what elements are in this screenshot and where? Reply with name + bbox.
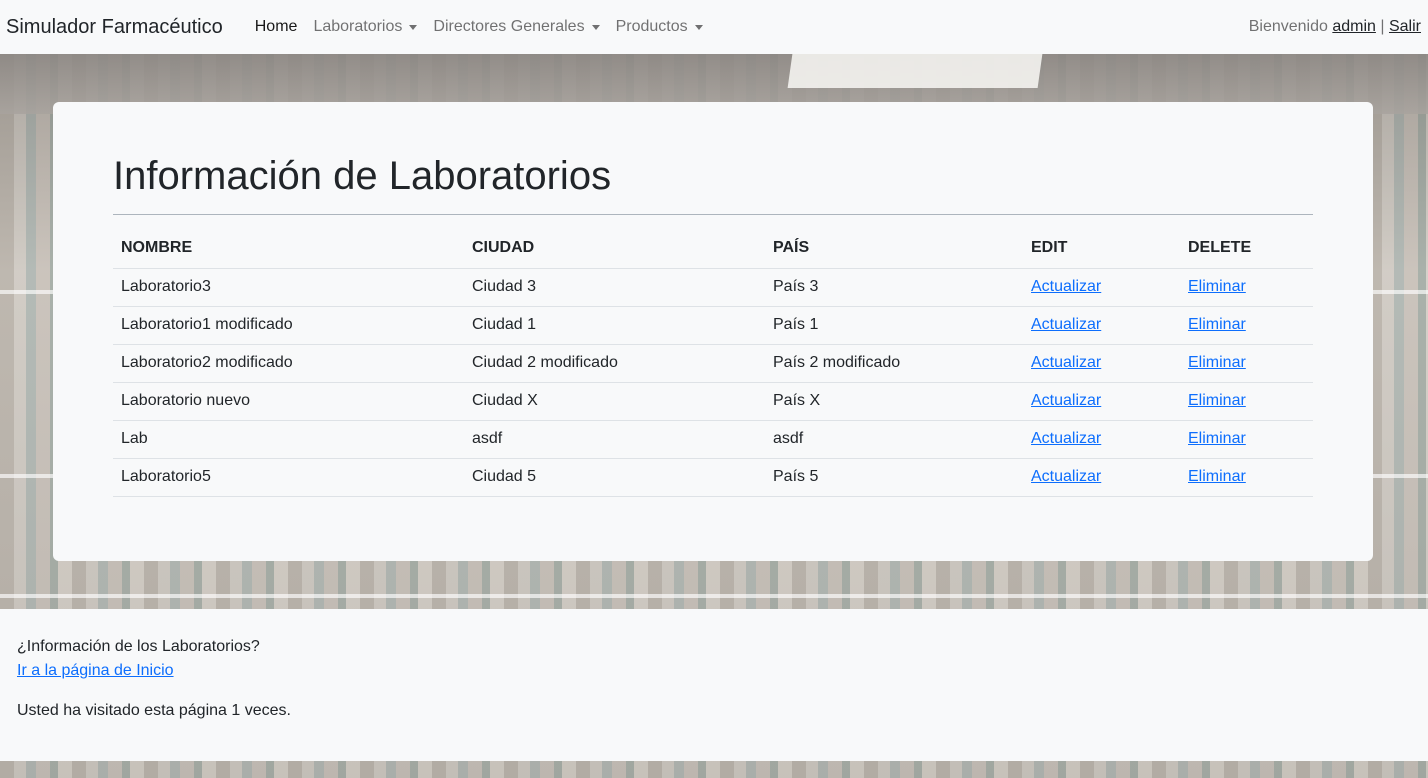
cell-nombre: Laboratorio3 bbox=[113, 268, 464, 307]
actualizar-link[interactable]: Actualizar bbox=[1031, 278, 1101, 295]
cell-ciudad: asdf bbox=[464, 420, 765, 459]
nav-laboratorios-dropdown[interactable]: Laboratorios bbox=[313, 18, 418, 36]
cell-pais: País 3 bbox=[765, 268, 1023, 307]
cell-pais: País 1 bbox=[765, 306, 1023, 345]
cell-pais: País X bbox=[765, 382, 1023, 421]
column-header-pais: PAÍS bbox=[765, 229, 1023, 269]
footer-question: ¿Información de los Laboratorios? bbox=[17, 638, 260, 655]
cell-edit: Actualizar bbox=[1023, 306, 1180, 345]
caret-down-icon bbox=[409, 24, 418, 30]
cell-nombre: Laboratorio1 modificado bbox=[113, 306, 464, 345]
nav-productos-dropdown[interactable]: Productos bbox=[616, 18, 703, 36]
cell-pais: País 2 modificado bbox=[765, 344, 1023, 383]
column-header-ciudad: CIUDAD bbox=[464, 229, 765, 269]
footer-section: ¿Información de los Laboratorios? Ir a l… bbox=[0, 609, 1428, 761]
eliminar-link[interactable]: Eliminar bbox=[1188, 354, 1246, 371]
home-page-link[interactable]: Ir a la página de Inicio bbox=[17, 662, 174, 679]
cell-edit: Actualizar bbox=[1023, 420, 1180, 459]
laboratorios-table: NOMBRE CIUDAD PAÍS EDIT DELETE Laborator… bbox=[113, 229, 1313, 497]
cell-pais: asdf bbox=[765, 420, 1023, 459]
visit-counter: Usted ha visitado esta página 1 veces. bbox=[17, 702, 291, 719]
nav-home[interactable]: Home bbox=[255, 18, 298, 36]
cell-edit: Actualizar bbox=[1023, 382, 1180, 421]
caret-down-icon bbox=[591, 24, 600, 30]
cell-nombre: Laboratorio nuevo bbox=[113, 382, 464, 421]
cell-delete: Eliminar bbox=[1180, 382, 1313, 421]
shelf-line bbox=[0, 594, 1428, 598]
cell-ciudad: Ciudad 5 bbox=[464, 458, 765, 497]
laboratorios-card: Información de Laboratorios NOMBRE CIUDA… bbox=[53, 102, 1373, 561]
eliminar-link[interactable]: Eliminar bbox=[1188, 468, 1246, 485]
page-title: Información de Laboratorios bbox=[113, 152, 1313, 215]
actualizar-link[interactable]: Actualizar bbox=[1031, 468, 1101, 485]
separator: | bbox=[1380, 18, 1385, 35]
table-row: Laboratorio2 modificado Ciudad 2 modific… bbox=[113, 344, 1313, 383]
welcome-text: Bienvenido bbox=[1248, 18, 1328, 35]
brand-link[interactable]: Simulador Farmacéutico bbox=[6, 16, 223, 39]
table-row: Laboratorio1 modificado Ciudad 1 País 1 … bbox=[113, 306, 1313, 345]
nav-directores-label: Directores Generales bbox=[433, 18, 585, 35]
nav-productos-label: Productos bbox=[615, 18, 688, 35]
username-link[interactable]: admin bbox=[1332, 18, 1376, 35]
table-row: Laboratorio nuevo Ciudad X País X Actual… bbox=[113, 382, 1313, 421]
eliminar-link[interactable]: Eliminar bbox=[1188, 430, 1246, 447]
table-header-row: NOMBRE CIUDAD PAÍS EDIT DELETE bbox=[113, 229, 1313, 269]
eliminar-link[interactable]: Eliminar bbox=[1188, 278, 1246, 295]
ceiling-light bbox=[787, 54, 1043, 88]
cell-delete: Eliminar bbox=[1180, 420, 1313, 459]
nav-laboratorios-label: Laboratorios bbox=[313, 18, 403, 35]
actualizar-link[interactable]: Actualizar bbox=[1031, 354, 1101, 371]
nav-home-label: Home bbox=[254, 18, 298, 35]
nav-directores-dropdown[interactable]: Directores Generales bbox=[433, 18, 600, 36]
cell-delete: Eliminar bbox=[1180, 268, 1313, 307]
cell-edit: Actualizar bbox=[1023, 458, 1180, 497]
actualizar-link[interactable]: Actualizar bbox=[1031, 316, 1101, 333]
column-header-delete: DELETE bbox=[1180, 229, 1313, 269]
actualizar-link[interactable]: Actualizar bbox=[1031, 392, 1101, 409]
cell-ciudad: Ciudad X bbox=[464, 382, 765, 421]
cell-nombre: Laboratorio2 modificado bbox=[113, 344, 464, 383]
cell-nombre: Laboratorio5 bbox=[113, 458, 464, 497]
logout-link[interactable]: Salir bbox=[1389, 18, 1421, 35]
cell-ciudad: Ciudad 2 modificado bbox=[464, 344, 765, 383]
user-welcome: Bienvenido admin | Salir bbox=[1249, 18, 1421, 36]
cell-delete: Eliminar bbox=[1180, 458, 1313, 497]
table-row: Laboratorio5 Ciudad 5 País 5 Actualizar … bbox=[113, 458, 1313, 497]
eliminar-link[interactable]: Eliminar bbox=[1188, 392, 1246, 409]
table-row: Lab asdf asdf Actualizar Eliminar bbox=[113, 420, 1313, 459]
eliminar-link[interactable]: Eliminar bbox=[1188, 316, 1246, 333]
table-row: Laboratorio3 Ciudad 3 País 3 Actualizar … bbox=[113, 268, 1313, 307]
cell-ciudad: Ciudad 3 bbox=[464, 268, 765, 307]
cell-delete: Eliminar bbox=[1180, 306, 1313, 345]
cell-nombre: Lab bbox=[113, 420, 464, 459]
cell-ciudad: Ciudad 1 bbox=[464, 306, 765, 345]
cell-delete: Eliminar bbox=[1180, 344, 1313, 383]
cell-pais: País 5 bbox=[765, 458, 1023, 497]
column-header-edit: EDIT bbox=[1023, 229, 1180, 269]
column-header-nombre: NOMBRE bbox=[113, 229, 464, 269]
actualizar-link[interactable]: Actualizar bbox=[1031, 430, 1101, 447]
caret-down-icon bbox=[694, 24, 703, 30]
cell-edit: Actualizar bbox=[1023, 268, 1180, 307]
top-navbar: Simulador Farmacéutico Home Laboratorios… bbox=[0, 0, 1428, 54]
cell-edit: Actualizar bbox=[1023, 344, 1180, 383]
